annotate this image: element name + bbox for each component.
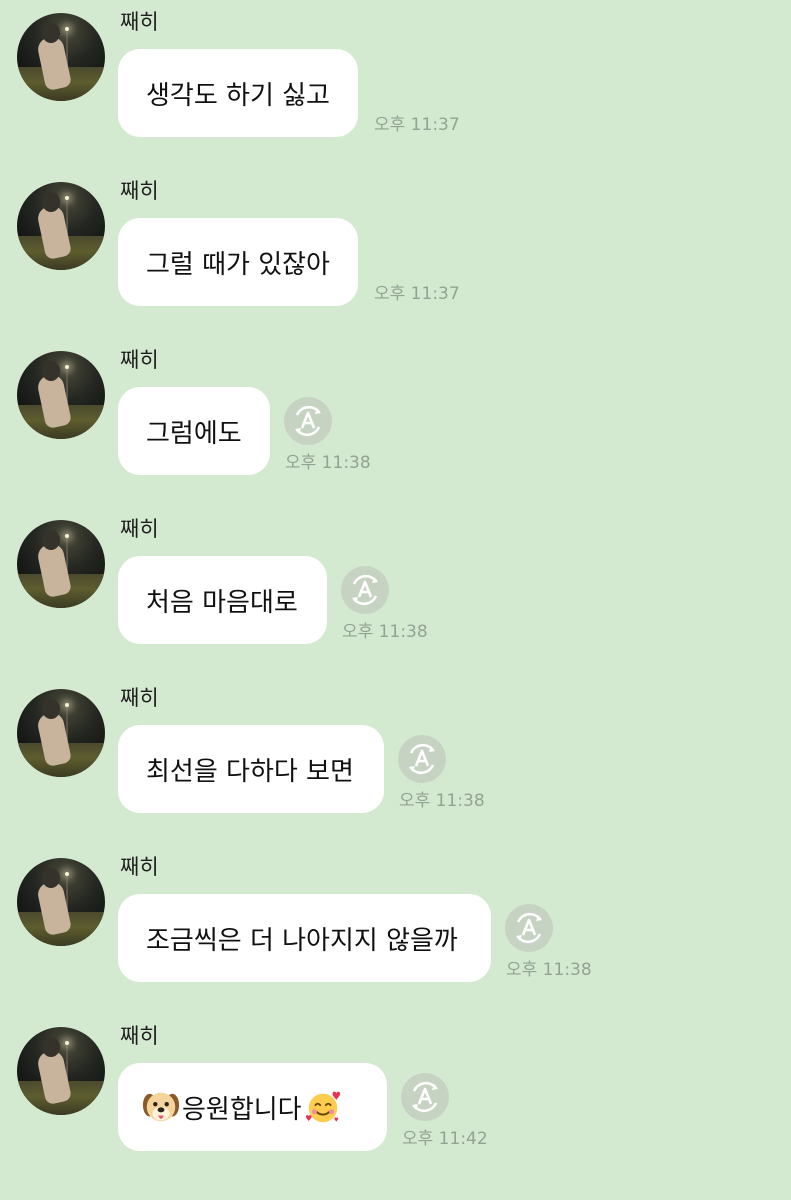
message-timestamp: 오후 11:38	[506, 960, 592, 980]
profile-avatar[interactable]	[17, 182, 105, 270]
message-text: 조금씩은 더 나아지지 않을까	[146, 925, 458, 956]
auto-translate-button[interactable]	[398, 735, 446, 783]
avatar-lamp-light	[65, 703, 69, 707]
auto-translate-icon	[409, 743, 435, 775]
message-row: 째히 조금씩은 더 나아지지 않을까 오후 11:38	[0, 845, 791, 995]
profile-avatar[interactable]	[17, 858, 105, 946]
message-text: 그럼에도	[146, 418, 242, 449]
message-row: 째히 그럴 때가 있잖아 오후 11:37	[0, 169, 791, 319]
auto-translate-button[interactable]	[284, 397, 332, 445]
avatar-lamp-light	[65, 27, 69, 31]
message-row: 째히 생각도 하기 싫고 오후 11:37	[0, 0, 791, 150]
message-timestamp: 오후 11:42	[402, 1129, 488, 1149]
profile-avatar[interactable]	[17, 689, 105, 777]
smiling-face-with-hearts-emoji	[305, 1091, 340, 1123]
message-timestamp: 오후 11:37	[374, 115, 460, 135]
auto-translate-icon	[352, 574, 378, 606]
dog-face-emoji	[142, 1092, 180, 1122]
chat-room: 째히 생각도 하기 싫고 오후 11:37 째히 그럴 때가 있잖아 오후 11…	[0, 0, 791, 1200]
auto-translate-icon	[412, 1081, 438, 1113]
avatar-person-head	[42, 361, 60, 381]
sender-name[interactable]: 째히	[120, 853, 159, 881]
message-row: 째히 처음 마음대로 오후 11:38	[0, 507, 791, 657]
profile-avatar[interactable]	[17, 13, 105, 101]
message-bubble[interactable]: 최선을 다하다 보면	[118, 725, 384, 813]
avatar-lamp-light	[65, 1041, 69, 1045]
message-timestamp: 오후 11:38	[399, 791, 485, 811]
avatar-person-head	[42, 192, 60, 212]
avatar-person-head	[42, 23, 60, 43]
message-timestamp: 오후 11:37	[374, 284, 460, 304]
auto-translate-button[interactable]	[341, 566, 389, 614]
auto-translate-button[interactable]	[505, 904, 553, 952]
avatar-person-head	[42, 530, 60, 550]
message-text: 응원합니다	[182, 1094, 302, 1125]
message-bubble[interactable]: 응원합니다	[118, 1063, 387, 1151]
message-row: 째히 최선을 다하다 보면 오후 11:38	[0, 676, 791, 826]
message-timestamp: 오후 11:38	[342, 622, 428, 642]
avatar-lamp-light	[65, 872, 69, 876]
sender-name[interactable]: 째히	[120, 177, 159, 205]
avatar-lamp-light	[65, 534, 69, 538]
avatar-person-head	[42, 699, 60, 719]
auto-translate-icon	[516, 912, 542, 944]
auto-translate-button[interactable]	[401, 1073, 449, 1121]
message-row: 째히 그럼에도 오후 11:38	[0, 338, 791, 488]
sender-name[interactable]: 째히	[120, 346, 159, 374]
avatar-person-head	[42, 1037, 60, 1057]
avatar-lamp-light	[65, 365, 69, 369]
sender-name[interactable]: 째히	[120, 8, 159, 36]
message-bubble[interactable]: 조금씩은 더 나아지지 않을까	[118, 894, 491, 982]
message-bubble[interactable]: 그럼에도	[118, 387, 270, 475]
avatar-person-head	[42, 868, 60, 888]
message-bubble[interactable]: 처음 마음대로	[118, 556, 327, 644]
message-text: 생각도 하기 싫고	[146, 80, 330, 111]
message-bubble[interactable]: 생각도 하기 싫고	[118, 49, 358, 137]
sender-name[interactable]: 째히	[120, 515, 159, 543]
avatar-lamp-light	[65, 196, 69, 200]
message-text: 최선을 다하다 보면	[146, 756, 354, 787]
profile-avatar[interactable]	[17, 1027, 105, 1115]
message-text: 그럴 때가 있잖아	[146, 249, 330, 280]
sender-name[interactable]: 째히	[120, 684, 159, 712]
message-row: 째히 응원합니다 오후 11:42	[0, 1014, 791, 1164]
auto-translate-icon	[295, 405, 321, 437]
message-timestamp: 오후 11:38	[285, 453, 371, 473]
profile-avatar[interactable]	[17, 520, 105, 608]
profile-avatar[interactable]	[17, 351, 105, 439]
message-text: 처음 마음대로	[146, 587, 298, 618]
sender-name[interactable]: 째히	[120, 1022, 159, 1050]
message-bubble[interactable]: 그럴 때가 있잖아	[118, 218, 358, 306]
